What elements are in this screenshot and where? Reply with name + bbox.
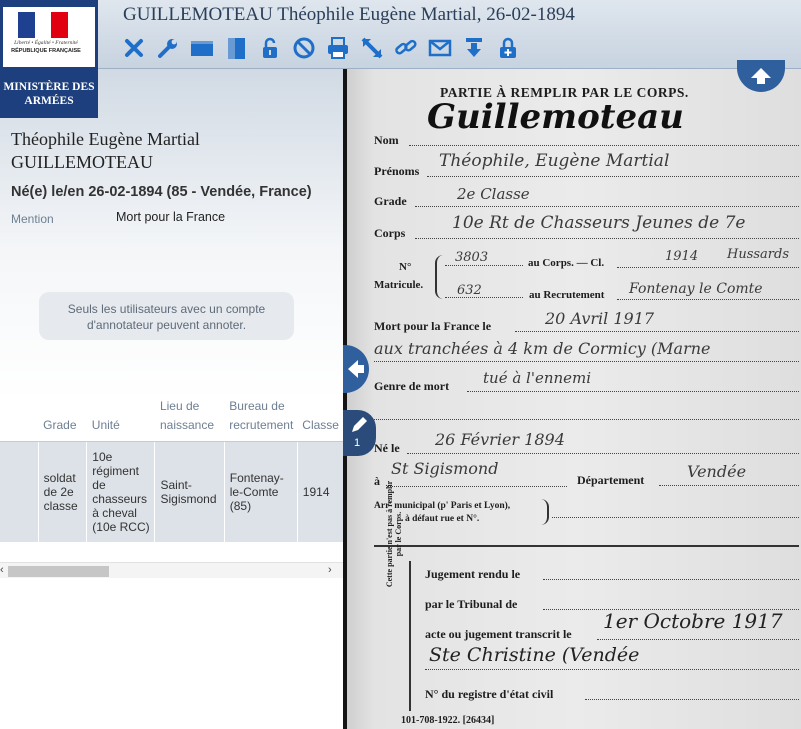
layout-vertical-icon	[228, 38, 245, 59]
records-table-container: Grade Unité Lieu de naissance Bureau de …	[0, 397, 343, 542]
settings-button[interactable]	[154, 34, 182, 62]
close-icon	[125, 39, 143, 57]
scroll-right-arrow[interactable]: ›	[328, 564, 332, 576]
column-header	[0, 397, 39, 442]
expand-arrow-icon	[361, 37, 383, 59]
lock-button[interactable]	[494, 34, 522, 62]
layout-vertical-button[interactable]	[222, 34, 250, 62]
scanned-document: PARTIE À REMPLIR PAR LE CORPS. Nom Guill…	[347, 69, 801, 729]
layout-horizontal-button[interactable]	[188, 34, 216, 62]
email-button[interactable]	[426, 34, 454, 62]
table-cell-lieu: Saint-Sigismond	[154, 441, 225, 542]
side-note: Cette partie n'est pas à remplir par le …	[385, 480, 403, 588]
app-root: GUILLEMOTEAU Théophile Eugène Martial, 2…	[0, 0, 801, 729]
fullscreen-button[interactable]	[358, 34, 386, 62]
no-entry-icon	[293, 37, 315, 59]
toolbar	[120, 34, 528, 62]
wrench-icon	[158, 39, 177, 58]
mention-label: Mention	[11, 212, 54, 226]
annotation-count: 1	[354, 437, 361, 449]
person-name: Théophile Eugène Martial GUILLEMOTEAU	[11, 128, 331, 174]
person-surname: GUILLEMOTEAU	[11, 152, 153, 172]
layout-horizontal-icon	[191, 41, 213, 56]
lock-open-icon	[263, 37, 277, 58]
scrollbar-thumb[interactable]	[8, 566, 109, 577]
column-header-bureau: Bureau de recrutement	[224, 397, 298, 442]
table-row[interactable]: soldat de 2e classe 10e régiment de chas…	[0, 441, 343, 542]
table-cell-grade: soldat de 2e classe	[37, 441, 87, 542]
envelope-icon	[428, 39, 452, 57]
annotation-notice: Seuls les utilisateurs avec un compte d'…	[39, 292, 294, 340]
details-panel: Théophile Eugène Martial GUILLEMOTEAU Né…	[0, 69, 343, 729]
annotate-button[interactable]: 1	[343, 410, 376, 456]
printer-icon	[328, 37, 348, 59]
scroll-left-arrow[interactable]: ‹	[0, 564, 4, 576]
download-button[interactable]	[460, 34, 488, 62]
table-cell-unite: 10e régiment de chasseurs à cheval (10e …	[86, 441, 155, 542]
pencil-icon	[352, 417, 367, 432]
table-cell-bureau: Fontenay-le-Comte (85)	[223, 441, 298, 542]
mention-value: Mort pour la France	[116, 210, 226, 224]
page-title: GUILLEMOTEAU Théophile Eugène Martial, 2…	[123, 4, 575, 25]
column-header-grade: Grade	[38, 397, 87, 442]
birth-info: Né(e) le/en 26-02-1894 (85 - Vendée, Fra…	[11, 184, 312, 200]
arrow-left-icon	[348, 360, 364, 378]
column-header-unite: Unité	[86, 397, 155, 442]
table-cell-classe: 1914	[296, 441, 343, 542]
handwritten-surname: Guillemoteau	[427, 97, 684, 137]
document-viewer[interactable]: PARTIE À REMPLIR PAR LE CORPS. Nom Guill…	[343, 69, 801, 729]
records-table: Grade Unité Lieu de naissance Bureau de …	[0, 397, 343, 542]
print-button[interactable]	[324, 34, 352, 62]
table-header-row: Grade Unité Lieu de naissance Bureau de …	[0, 397, 343, 442]
column-header-lieu: Lieu de naissance	[154, 397, 225, 442]
unlock-button[interactable]	[256, 34, 284, 62]
header-bar: GUILLEMOTEAU Théophile Eugène Martial, 2…	[0, 0, 801, 69]
horizontal-scrollbar[interactable]: ‹ ›	[0, 562, 343, 578]
lock-icon	[500, 37, 516, 58]
close-button[interactable]	[120, 34, 148, 62]
download-icon	[466, 38, 482, 57]
column-header-classe: Classe	[297, 397, 343, 442]
arrow-up-icon	[751, 68, 771, 84]
block-button[interactable]	[290, 34, 318, 62]
link-icon	[395, 39, 417, 55]
table-cell	[0, 441, 39, 542]
french-flag-icon	[18, 12, 69, 38]
ministry-logo: Liberté • Égalité • Fraternité RÉPUBLIQU…	[0, 0, 98, 118]
person-first-names: Théophile Eugène Martial	[11, 129, 200, 149]
link-button[interactable]	[392, 34, 420, 62]
